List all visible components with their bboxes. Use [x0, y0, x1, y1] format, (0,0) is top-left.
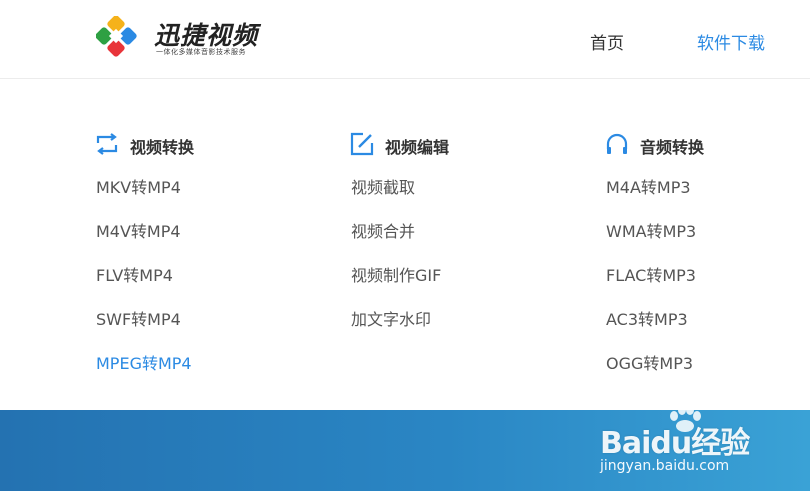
- baidu-watermark: Baidu经验 jingyan.baidu.com: [600, 402, 780, 482]
- nav-download-link[interactable]: 软件下载: [697, 29, 765, 54]
- link-list: M4A转MP3 WMA转MP3 FLAC转MP3 AC3转MP3 OGG转MP3: [606, 178, 696, 398]
- link-wma-to-mp3[interactable]: WMA转MP3: [606, 222, 696, 266]
- link-video-merge[interactable]: 视频合并: [351, 222, 441, 266]
- link-add-text-watermark[interactable]: 加文字水印: [351, 310, 441, 354]
- column-title: 视频编辑: [385, 138, 450, 157]
- link-mkv-to-mp4[interactable]: MKV转MP4: [96, 178, 192, 222]
- link-list: MKV转MP4 M4V转MP4 FLV转MP4 SWF转MP4 MPEG转MP4: [96, 178, 192, 398]
- link-list: 视频截取 视频合并 视频制作GIF 加文字水印: [351, 178, 441, 354]
- watermark-url: jingyan.baidu.com: [600, 458, 730, 474]
- watermark-brand: Baidu经验: [600, 426, 750, 461]
- headphones-icon: [606, 133, 628, 154]
- link-ogg-to-mp3[interactable]: OGG转MP3: [606, 354, 696, 398]
- link-flv-to-mp4[interactable]: FLV转MP4: [96, 266, 192, 310]
- logo-slogan: 一体化多媒体音影技术服务: [156, 48, 246, 56]
- link-mpeg-to-mp4[interactable]: MPEG转MP4: [96, 354, 192, 398]
- top-header: 迅捷视频 一体化多媒体音影技术服务 首页 软件下载: [0, 0, 810, 79]
- logo[interactable]: 迅捷视频 一体化多媒体音影技术服务: [96, 14, 266, 62]
- link-video-to-gif[interactable]: 视频制作GIF: [351, 266, 441, 310]
- link-video-trim[interactable]: 视频截取: [351, 178, 441, 222]
- column-title: 音频转换: [640, 138, 705, 157]
- nav-home-link[interactable]: 首页: [590, 29, 624, 54]
- convert-arrows-icon: [96, 133, 118, 155]
- link-m4v-to-mp4[interactable]: M4V转MP4: [96, 222, 192, 266]
- logo-mark-icon: [96, 16, 137, 57]
- link-flac-to-mp3[interactable]: FLAC转MP3: [606, 266, 696, 310]
- link-swf-to-mp4[interactable]: SWF转MP4: [96, 310, 192, 354]
- link-m4a-to-mp3[interactable]: M4A转MP3: [606, 178, 696, 222]
- edit-pencil-icon: [350, 132, 374, 156]
- column-title: 视频转换: [130, 138, 195, 157]
- link-ac3-to-mp3[interactable]: AC3转MP3: [606, 310, 696, 354]
